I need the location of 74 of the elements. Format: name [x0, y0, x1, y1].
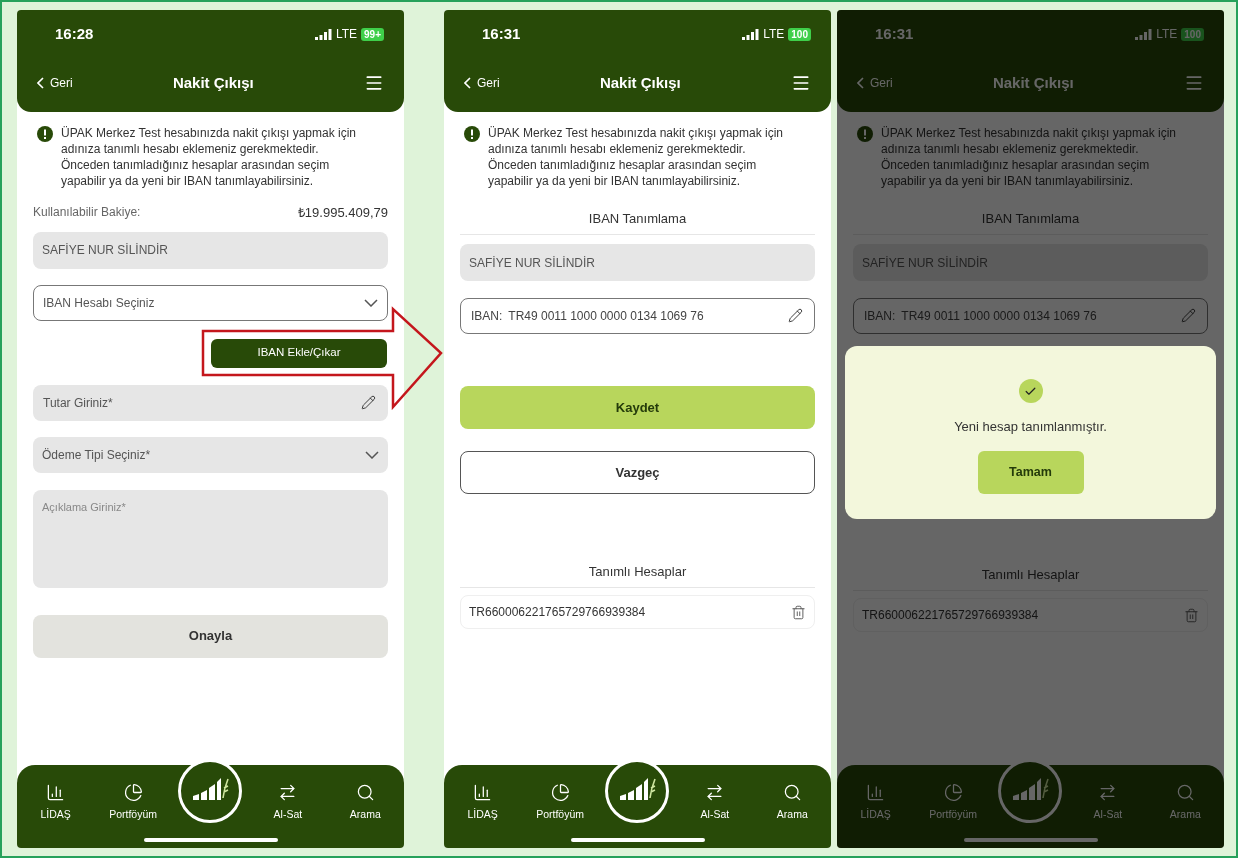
name-field: SAFİYE NUR SİLİNDİR	[33, 231, 388, 269]
select-field[interactable]: IBAN Hesabı Seçiniz	[33, 284, 388, 321]
balance-amount: ₺19.995.409,79	[297, 204, 388, 222]
confirm-button[interactable]: Onayla	[33, 614, 388, 658]
screen-title: Nakit Çıkışı	[172, 72, 254, 93]
cancel-button[interactable]: Vazgeç	[460, 451, 815, 494]
pie-chart-icon	[550, 783, 570, 802]
name-field: SAFİYE NUR SİLİNDİR	[460, 244, 815, 281]
dialog-message: Yeni hesap tanımlanmıştır.	[954, 418, 1107, 436]
bar-chart-icon	[473, 783, 493, 802]
pie-chart-icon	[943, 783, 963, 802]
pencil-icon	[1181, 308, 1196, 323]
menu-icon[interactable]	[364, 73, 384, 93]
nav-tab[interactable]: Portföyüm	[94, 783, 172, 827]
signal-icon	[1135, 28, 1153, 40]
name-field: SAFİYE NUR SİLİNDİR	[853, 244, 1208, 281]
description-field[interactable]: Açıklama Giriniz*	[33, 489, 388, 588]
chevron-down-icon	[364, 298, 378, 307]
back-chevron-icon	[857, 77, 864, 89]
nav-tab[interactable]: Portföyüm	[521, 783, 599, 827]
status-time: 16:28	[55, 23, 94, 44]
ok-button[interactable]: Tamam	[977, 450, 1084, 494]
amount-field[interactable]: Tutar Giriniz*	[33, 384, 388, 421]
section-heading: Tanımlı Hesaplar	[853, 559, 1208, 591]
nav-tab[interactable]: Arama	[326, 783, 404, 827]
nav-tab[interactable]: LİDAŞ	[17, 783, 95, 827]
notice-text: ÜPAK Merkez Test hesabınızda nakit çıkışı yapmak için adınıza tanımlı hesabı eklemeniz gerekmektedir. Önceden tanımladığınız hesaplar arasından seçim yapabilir ya da yeni bir IBAN tanımlayabilirsiniz.	[881, 125, 1177, 189]
bar-chart-icon	[46, 783, 66, 802]
network-label: LTE	[335, 26, 358, 43]
search-icon	[1175, 783, 1195, 802]
battery-badge: 100	[1181, 27, 1204, 41]
bar-chart-icon	[866, 783, 886, 802]
iban-field[interactable]: IBAN: TR49 0011 1000 0000 0134 1069 76	[460, 298, 815, 334]
alert-icon	[37, 126, 53, 142]
save-button[interactable]: Kaydet	[460, 386, 815, 429]
nav-tab[interactable]: LİDAŞ	[444, 783, 522, 827]
notice-text: ÜPAK Merkez Test hesabınızda nakit çıkışı yapmak için adınıza tanımlı hesabı eklemeniz gerekmektedir. Önceden tanımladığınız hesaplar arasından seçim yapabilir ya da yeni bir IBAN tanımlayabilirsiniz.	[61, 125, 357, 189]
battery-badge: 99+	[361, 27, 384, 41]
battery-badge: 100	[788, 27, 811, 41]
nav-tab[interactable]: Arama	[753, 783, 831, 827]
check-icon	[1018, 379, 1043, 403]
add-remove-iban-button[interactable]: IBAN Ekle/Çıkar	[211, 338, 387, 368]
account-row: TR660006221765729766939384	[460, 595, 815, 629]
section-heading: IBAN Tanımlama	[460, 203, 815, 235]
network-label: LTE	[763, 26, 785, 43]
balance-label: Kullanılabilir Bakiye:	[33, 204, 141, 221]
back-link[interactable]: Geri	[37, 74, 73, 92]
pie-chart-icon	[123, 783, 143, 802]
search-icon	[355, 783, 375, 802]
screen-title: Nakit Çıkışı	[599, 72, 681, 93]
back-chevron-icon	[37, 77, 44, 89]
network-label: LTE	[1156, 26, 1178, 43]
select-field[interactable]: Ödeme Tipi Seçiniz*	[33, 436, 388, 473]
alert-icon	[857, 126, 873, 142]
pencil-icon	[788, 308, 803, 323]
nav-tab[interactable]: Al-Sat	[676, 783, 754, 827]
section-heading: IBAN Tanımlama	[853, 203, 1208, 235]
back-chevron-icon	[464, 77, 471, 89]
trash-icon[interactable]	[791, 604, 806, 620]
section-heading: Tanımlı Hesaplar	[460, 556, 815, 588]
status-time: 16:31	[875, 23, 914, 44]
alert-icon	[464, 126, 480, 142]
screen-title: Nakit Çıkışı	[992, 72, 1074, 93]
pencil-icon	[361, 394, 376, 410]
signal-icon	[742, 28, 760, 40]
signal-icon	[314, 28, 332, 40]
menu-icon[interactable]	[791, 73, 811, 93]
notice-text: ÜPAK Merkez Test hesabınızda nakit çıkışı yapmak için adınıza tanımlı hesabı eklemeniz gerekmektedir. Önceden tanımladığınız hesaplar arasından seçim yapabilir ya da yeni bir IBAN tanımlayabilirsiniz.	[488, 125, 784, 189]
chevron-down-icon	[365, 450, 379, 459]
back-link[interactable]: Geri	[464, 74, 500, 92]
nav-tab[interactable]: Al-Sat	[249, 783, 327, 827]
status-time: 16:31	[482, 23, 521, 44]
account-row: TR660006221765729766939384	[853, 598, 1208, 632]
search-icon	[782, 783, 802, 802]
